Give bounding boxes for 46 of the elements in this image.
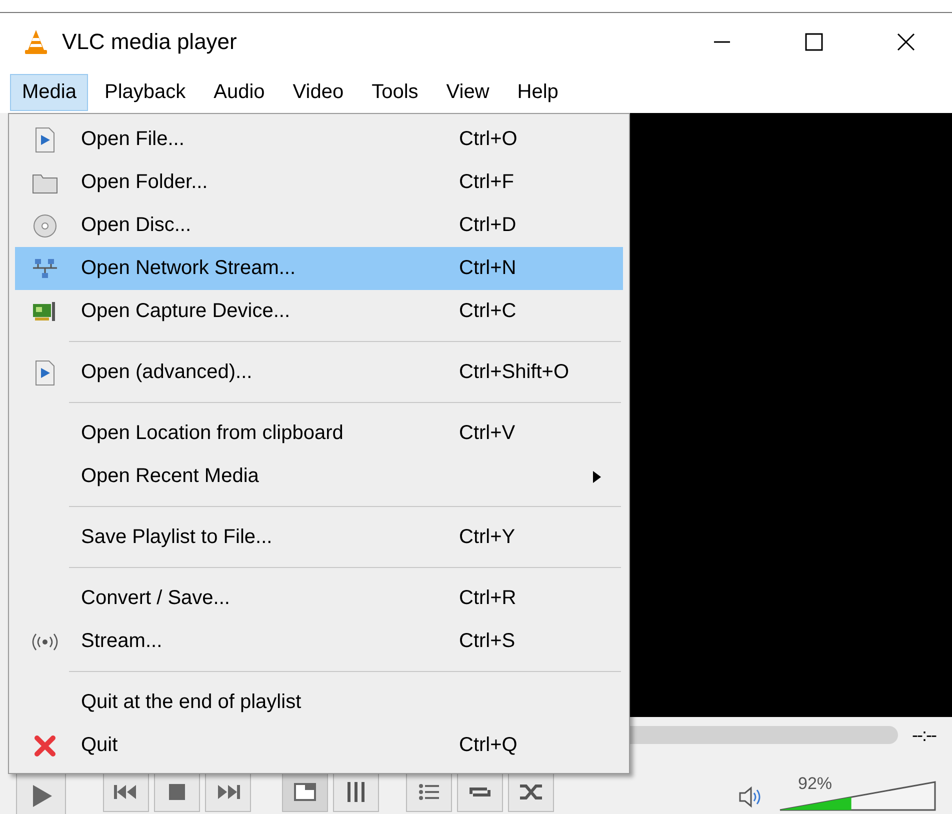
menu-item[interactable]: Playback: [92, 74, 198, 110]
menu-item[interactable]: Media: [10, 74, 88, 110]
menu-option[interactable]: Open (advanced)... Ctrl+Shift+O: [15, 351, 623, 394]
folder-icon: [32, 172, 58, 194]
close-icon: [896, 32, 916, 52]
extended-button[interactable]: [333, 772, 379, 812]
broadcast-icon: [31, 632, 59, 650]
cross-icon: [33, 734, 57, 758]
menu-option[interactable]: Open Capture Device... Ctrl+C: [15, 290, 623, 333]
volume-reading: 92%: [798, 774, 832, 794]
media-file-icon: [33, 126, 57, 152]
menu-option[interactable]: Convert / Save... Ctrl+R: [15, 577, 623, 620]
fullscreen-button[interactable]: [282, 772, 328, 812]
capture-card-icon: [32, 300, 58, 322]
menu-option[interactable]: Open Location from clipboard Ctrl+V: [15, 412, 623, 455]
speaker-icon[interactable]: [737, 784, 763, 810]
menu-option[interactable]: Stream... Ctrl+S: [15, 620, 623, 663]
menu-option[interactable]: Open Disc... Ctrl+D: [15, 204, 623, 247]
menu-option[interactable]: Save Playlist to File... Ctrl+Y: [15, 516, 623, 559]
window-title: VLC media player: [62, 29, 237, 55]
minimize-icon: [714, 41, 730, 43]
media-file-icon: [33, 360, 57, 386]
menu-option[interactable]: Open Recent Media: [15, 455, 623, 498]
menu-option[interactable]: Open Folder... Ctrl+F: [15, 161, 623, 204]
disc-icon: [32, 212, 58, 238]
menu-option[interactable]: Open Network Stream... Ctrl+N: [15, 247, 623, 290]
play-button[interactable]: [16, 772, 66, 814]
time-label: --:--: [912, 724, 938, 746]
loop-button[interactable]: [457, 772, 503, 812]
menu-item[interactable]: Audio: [202, 74, 277, 110]
cone-icon: [24, 29, 48, 55]
submenu-arrow-icon: [593, 470, 601, 482]
stop-button[interactable]: [154, 772, 200, 812]
prev-button[interactable]: [103, 772, 149, 812]
menu-option[interactable]: Quit Ctrl+Q: [15, 724, 623, 767]
menu-option[interactable]: Quit at the end of playlist: [15, 681, 623, 724]
menu-item[interactable]: Video: [280, 74, 356, 110]
menu-item[interactable]: View: [434, 74, 502, 110]
random-button[interactable]: [508, 772, 554, 812]
playlist-button[interactable]: [406, 772, 452, 812]
next-button[interactable]: [205, 772, 251, 812]
menu-item[interactable]: Tools: [360, 74, 430, 110]
menu-item[interactable]: Help: [505, 74, 570, 110]
menu-option[interactable]: Open File... Ctrl+O: [15, 118, 623, 161]
network-icon: [32, 256, 58, 280]
maximize-icon: [804, 32, 824, 52]
